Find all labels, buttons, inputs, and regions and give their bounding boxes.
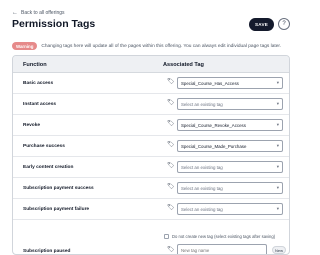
skip-create-checkbox-row[interactable]: Do not create new tag (select existing t… bbox=[164, 234, 275, 239]
tag-select[interactable]: Select an existing tag ▾ bbox=[177, 98, 283, 110]
table-row: Subscription payment failure 🏷︎ Select a… bbox=[13, 199, 289, 220]
tag-icon: 🏷︎ bbox=[167, 163, 175, 169]
chevron-down-icon: ▾ bbox=[276, 206, 279, 211]
tag-icon: 🏷︎ bbox=[167, 142, 175, 148]
skip-create-checkbox[interactable] bbox=[164, 234, 169, 239]
new-tag-input[interactable] bbox=[177, 244, 267, 254]
row-label: Early content creation bbox=[23, 165, 74, 170]
tag-select[interactable]: Special_Course_Made_Purchase ▾ bbox=[177, 140, 283, 152]
table-row: Instant access 🏷︎ Select an existing tag… bbox=[13, 94, 289, 115]
page-title: Permission Tags bbox=[12, 18, 96, 30]
warning-banner: Warning Changing tags here will update a… bbox=[12, 42, 281, 50]
header-function: Function bbox=[23, 62, 47, 68]
tag-select-value: Special_Course_Revoke_Access bbox=[181, 122, 246, 128]
row-label: Subscription payment success bbox=[23, 186, 94, 191]
save-button[interactable]: SAVE bbox=[249, 18, 274, 31]
skip-create-label: Do not create new tag (select existing t… bbox=[172, 234, 276, 239]
table-header: Function Associated Tag bbox=[13, 56, 289, 73]
chevron-down-icon: ▾ bbox=[276, 164, 279, 169]
help-button[interactable]: ? bbox=[278, 18, 290, 30]
tag-icon: 🏷︎ bbox=[167, 205, 175, 211]
chevron-down-icon: ▾ bbox=[276, 101, 279, 106]
chevron-down-icon: ▾ bbox=[276, 122, 279, 127]
tag-icon: 🏷︎ bbox=[167, 247, 175, 253]
tag-select-value: Select an existing tag bbox=[181, 206, 223, 212]
warning-badge: Warning bbox=[12, 42, 38, 50]
row-label: Revoke bbox=[23, 123, 41, 128]
row-label: Purchase success bbox=[23, 144, 65, 149]
back-link[interactable]: ← Back to all offerings bbox=[12, 10, 65, 16]
row-label: Subscription paused bbox=[23, 249, 71, 254]
row-label: Subscription payment failure bbox=[23, 207, 90, 212]
table-row: Purchase success 🏷︎ Special_Course_Made_… bbox=[13, 136, 289, 157]
chevron-down-icon: ▾ bbox=[276, 185, 279, 190]
row-label: Instant access bbox=[23, 102, 57, 107]
tag-select-value: Special_Course_Made_Purchase bbox=[181, 143, 247, 149]
tag-select[interactable]: Special_Course_Has_Access ▾ bbox=[177, 77, 283, 89]
tag-icon: 🏷︎ bbox=[167, 184, 175, 190]
tag-select[interactable]: Select an existing tag ▾ bbox=[177, 182, 283, 194]
table-row: Basic access 🏷︎ Special_Course_Has_Acces… bbox=[13, 73, 289, 94]
tag-select[interactable]: Select an existing tag ▾ bbox=[177, 161, 283, 173]
tag-select-value: Special_Course_Has_Access bbox=[181, 80, 239, 86]
tag-select[interactable]: Select an existing tag ▾ bbox=[177, 203, 283, 215]
tag-select-value: Select an existing tag bbox=[181, 101, 223, 107]
tag-select[interactable]: Special_Course_Revoke_Access ▾ bbox=[177, 119, 283, 131]
tag-select-value: Select an existing tag bbox=[181, 164, 223, 170]
tag-select-value: Select an existing tag bbox=[181, 185, 223, 191]
tags-table: Function Associated Tag Basic access 🏷︎ … bbox=[12, 55, 290, 255]
arrow-left-icon: ← bbox=[12, 10, 18, 16]
new-tag-button[interactable]: New bbox=[272, 246, 286, 254]
table-row: Subscription payment success 🏷︎ Select a… bbox=[13, 178, 289, 199]
tag-icon: 🏷︎ bbox=[167, 121, 175, 127]
table-row: Early content creation 🏷︎ Select an exis… bbox=[13, 157, 289, 178]
chevron-down-icon: ▾ bbox=[276, 143, 279, 148]
warning-text: Changing tags here will update all of th… bbox=[41, 43, 282, 49]
tag-icon: 🏷︎ bbox=[167, 100, 175, 106]
table-row: Revoke 🏷︎ Special_Course_Revoke_Access ▾ bbox=[13, 115, 289, 136]
row-label: Basic access bbox=[23, 81, 54, 86]
chevron-down-icon: ▾ bbox=[276, 80, 279, 85]
tag-icon: 🏷︎ bbox=[167, 79, 175, 85]
question-icon: ? bbox=[282, 21, 286, 27]
header-associated-tag: Associated Tag bbox=[163, 62, 204, 68]
back-link-label: Back to all offerings bbox=[21, 10, 65, 16]
